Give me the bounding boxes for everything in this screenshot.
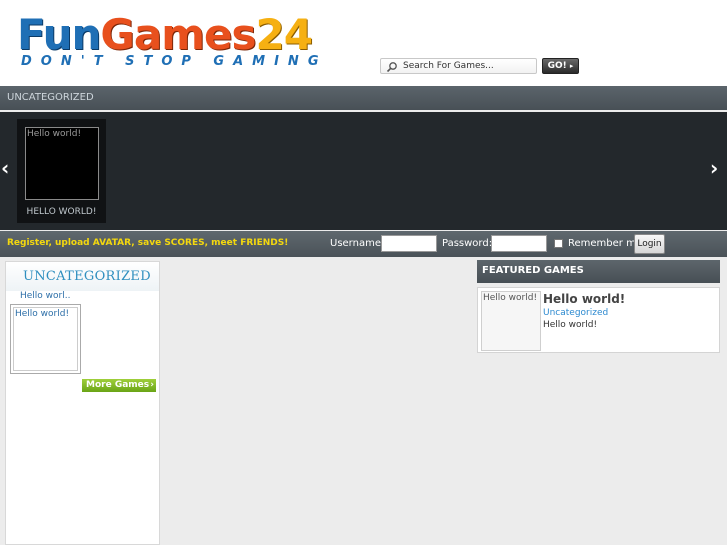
game-link[interactable]: Hello worl.. bbox=[20, 291, 70, 301]
search-input[interactable] bbox=[403, 59, 535, 73]
slide-thumbnail[interactable]: Hello world! bbox=[25, 127, 99, 200]
category-box: UNCATEGORIZED Hello worl.. Hello world! … bbox=[5, 261, 160, 545]
search-box bbox=[380, 58, 537, 74]
more-games-button[interactable]: More Games › bbox=[82, 379, 156, 392]
featured-thumbnail-alt: Hello world! bbox=[483, 293, 538, 303]
game-thumbnail-alt: Hello world! bbox=[15, 309, 70, 319]
game-thumbnail[interactable]: Hello world! bbox=[10, 304, 81, 374]
game-thumbnail-frame: Hello world! bbox=[13, 307, 78, 371]
slide-thumbnail-alt: Hello world! bbox=[27, 129, 82, 139]
go-button-label: GO! bbox=[547, 61, 567, 71]
logo-tagline: DON'T STOP GAMING bbox=[21, 54, 328, 69]
register-promo[interactable]: Register, upload AVATAR, save SCORES, me… bbox=[7, 238, 288, 248]
remember-me-label: Remember me bbox=[568, 238, 642, 249]
featured-game-category[interactable]: Uncategorized bbox=[543, 308, 608, 318]
nav-item-uncategorized[interactable]: UNCATEGORIZED bbox=[7, 92, 94, 103]
category-nav: UNCATEGORIZED bbox=[0, 86, 727, 110]
slide-card[interactable]: Hello world! HELLO WORLD! bbox=[17, 119, 106, 223]
login-bar: Register, upload AVATAR, save SCORES, me… bbox=[0, 231, 727, 257]
search-icon bbox=[386, 62, 397, 73]
remember-me-checkbox[interactable] bbox=[554, 239, 563, 248]
slide-caption[interactable]: HELLO WORLD! bbox=[17, 207, 106, 217]
chevron-left-icon[interactable]: ‹ bbox=[1, 158, 9, 178]
logo-part-games: Games bbox=[100, 10, 256, 59]
category-box-title[interactable]: UNCATEGORIZED bbox=[23, 269, 151, 284]
search-go-button[interactable]: GO! ▸ bbox=[542, 58, 579, 74]
featured-games-title: FEATURED GAMES bbox=[482, 265, 584, 276]
logo-part-fun: Fun bbox=[17, 10, 101, 59]
game-slider: ‹ Hello world! HELLO WORLD! › bbox=[0, 112, 727, 230]
username-label: Username: bbox=[330, 238, 385, 249]
chevron-right-icon: › bbox=[150, 380, 154, 390]
password-input[interactable] bbox=[491, 235, 547, 252]
logo-part-24: 24 bbox=[255, 10, 312, 59]
featured-game-title[interactable]: Hello world! bbox=[543, 292, 625, 306]
play-arrow-icon: ▸ bbox=[569, 62, 574, 70]
featured-game-thumbnail[interactable]: Hello world! bbox=[481, 291, 541, 351]
logo-wordmark: FunGames24 bbox=[17, 10, 313, 60]
site-logo[interactable]: FunGames24 DON'T STOP GAMING bbox=[17, 10, 352, 74]
category-box-header: UNCATEGORIZED bbox=[6, 262, 159, 291]
site-header: FunGames24 DON'T STOP GAMING GO! ▸ bbox=[0, 0, 727, 86]
featured-games-header: FEATURED GAMES bbox=[477, 260, 720, 283]
featured-game-item: Hello world! Hello world! Uncategorized … bbox=[477, 287, 720, 353]
password-label: Password: bbox=[442, 238, 493, 249]
username-input[interactable] bbox=[381, 235, 437, 252]
login-button[interactable]: Login bbox=[634, 234, 665, 254]
featured-game-description: Hello world! bbox=[543, 320, 598, 330]
chevron-right-icon[interactable]: › bbox=[710, 158, 718, 178]
more-games-label: More Games bbox=[86, 380, 150, 390]
